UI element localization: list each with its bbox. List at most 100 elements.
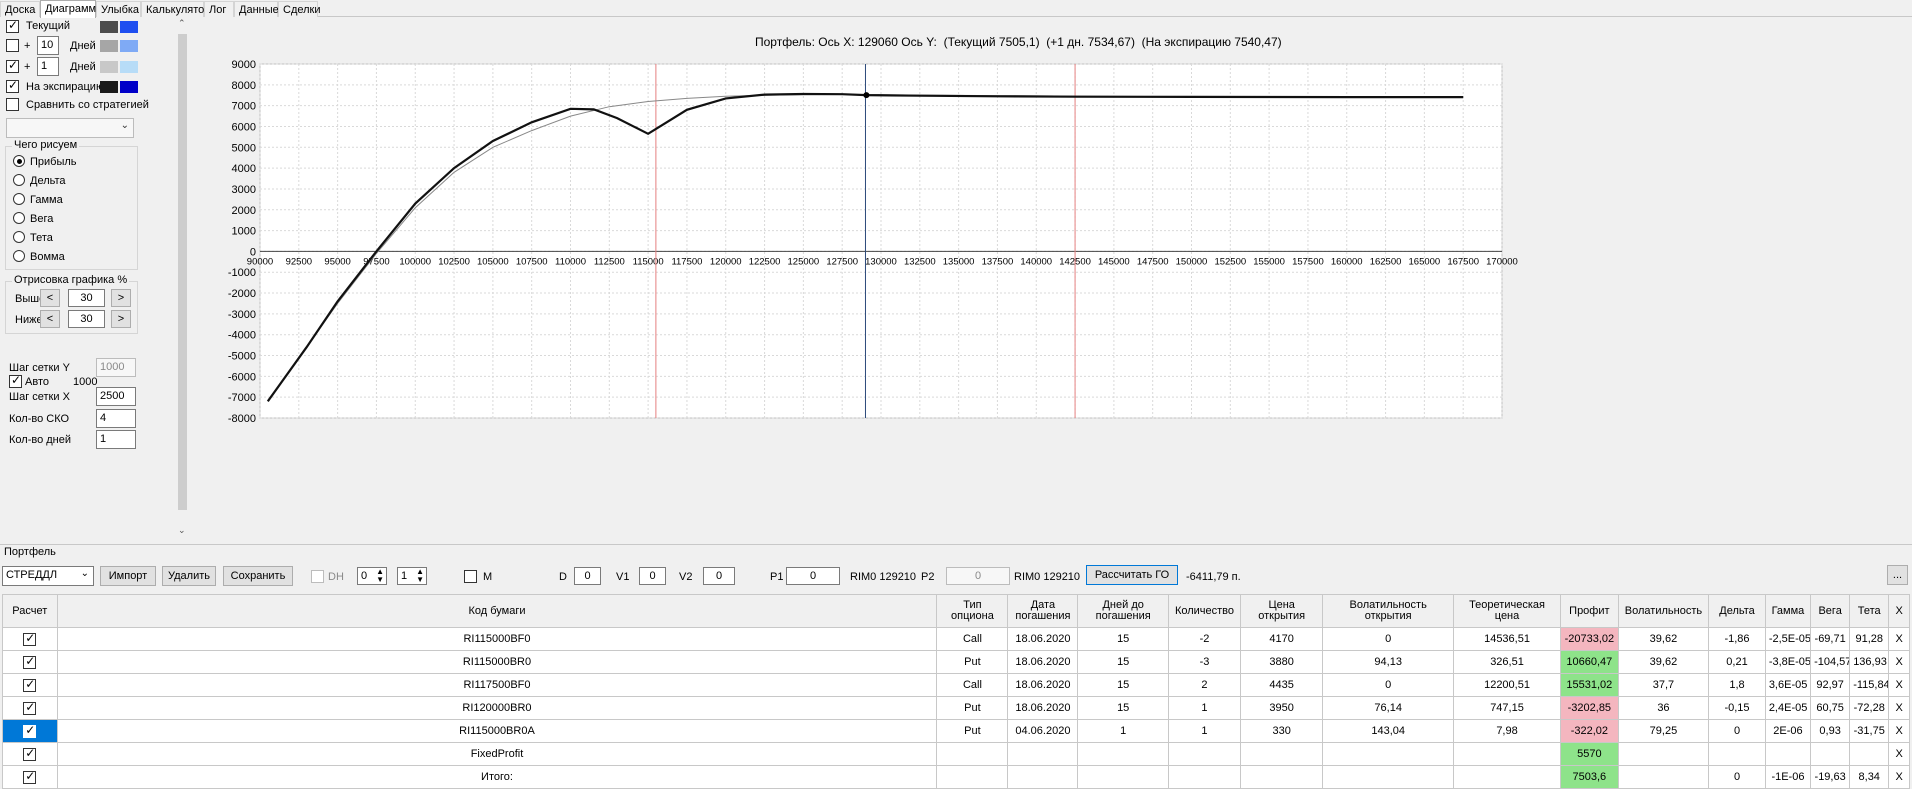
plus-days-color-swatch[interactable] [100, 40, 118, 52]
tab-calculator[interactable]: Калькулятор [141, 1, 210, 17]
column-header[interactable]: X [1888, 594, 1910, 628]
remove-row-button[interactable]: X [1888, 650, 1910, 674]
save-button[interactable]: Сохранить [223, 566, 293, 586]
expiration-color-swatch[interactable] [100, 81, 118, 93]
plus-day-checkbox[interactable] [6, 58, 19, 73]
column-header[interactable]: Теоретическая цена [1453, 594, 1562, 628]
grid-x-input[interactable]: 2500 [96, 387, 136, 406]
table-row[interactable]: RI117500BF0Call18.06.20201524435012200,5… [2, 673, 1910, 697]
plus-day-color-swatch-2[interactable] [120, 61, 138, 73]
column-header[interactable]: Тета [1849, 594, 1890, 628]
sko-input[interactable]: 4 [96, 409, 136, 428]
column-header[interactable]: Волатильность [1617, 594, 1710, 628]
v2-input[interactable]: 0 [703, 567, 735, 585]
calc-checkbox[interactable] [23, 723, 37, 738]
days-input-1[interactable]: 10 [37, 36, 59, 55]
p1-input[interactable]: 0 [786, 567, 840, 585]
calc-checkbox-cell[interactable] [2, 696, 58, 720]
tab-board[interactable]: Доска [0, 1, 40, 17]
spinner-icon[interactable]: ▲ ▼ [416, 568, 424, 584]
above-increase-button[interactable]: > [111, 289, 131, 307]
plus-days-checkbox[interactable] [6, 39, 19, 52]
column-header[interactable]: Цена открытия [1239, 594, 1324, 628]
settings-scrollbar-thumb[interactable] [178, 34, 187, 510]
column-header[interactable]: Профит [1560, 594, 1619, 628]
p2-input[interactable]: 0 [946, 567, 1010, 585]
remove-row-button[interactable]: X [1888, 719, 1910, 743]
table-row[interactable]: RI115000BF0Call18.06.202015-24170014536,… [2, 627, 1910, 651]
days-count-input[interactable]: 1 [96, 430, 136, 449]
v1-input[interactable]: 0 [639, 567, 666, 585]
auto-checkbox[interactable] [9, 373, 22, 388]
current-checkbox[interactable] [6, 18, 19, 33]
column-header[interactable]: Расчет [2, 594, 58, 628]
calc-checkbox[interactable] [23, 700, 37, 715]
calc-checkbox[interactable] [23, 654, 37, 669]
column-header[interactable]: Вега [1810, 594, 1851, 628]
column-header[interactable]: Дата погашения [1007, 594, 1079, 628]
grid-y-input[interactable]: 1000 [96, 358, 136, 377]
calc-checkbox[interactable] [23, 677, 37, 692]
table-row[interactable]: Итого: 7503,6 0-1E-06-19,638,34X [2, 765, 1910, 789]
delete-button[interactable]: Удалить [162, 566, 216, 586]
column-header[interactable]: Волатильность открытия [1322, 594, 1455, 628]
remove-row-button[interactable]: X [1888, 696, 1910, 720]
below-input[interactable]: 30 [68, 310, 105, 328]
dh-input-2[interactable]: 1 ▲ ▼ [397, 567, 427, 585]
dh-input-1[interactable]: 0 ▲ ▼ [357, 567, 387, 585]
more-button[interactable]: ... [1887, 565, 1908, 585]
remove-row-button[interactable]: X [1888, 627, 1910, 651]
above-decrease-button[interactable]: < [40, 289, 60, 307]
plus-day-color-swatch[interactable] [100, 61, 118, 73]
tab-diagram[interactable]: Диаграмма [40, 0, 102, 18]
expiration-color-swatch-2[interactable] [120, 81, 138, 93]
calc-checkbox-cell[interactable] [2, 627, 58, 651]
column-header[interactable]: Дельта [1708, 594, 1766, 628]
calc-checkbox-cell[interactable] [2, 650, 58, 674]
tab-smile[interactable]: Улыбка [96, 1, 141, 17]
radio-profit[interactable] [13, 155, 25, 167]
calc-checkbox[interactable] [23, 746, 37, 761]
dh-checkbox[interactable] [311, 570, 324, 583]
calc-checkbox-cell[interactable] [2, 719, 58, 743]
column-header[interactable]: Дней до погашения [1077, 594, 1169, 628]
table-row[interactable]: RI115000BR0APut04.06.202011330143,047,98… [2, 719, 1910, 743]
calc-checkbox[interactable] [23, 769, 37, 784]
table-row[interactable]: RI115000BR0Put18.06.202015-3388094,13326… [2, 650, 1910, 674]
radio-vomma[interactable] [13, 250, 25, 262]
column-header[interactable]: Гамма [1764, 594, 1812, 628]
radio-delta[interactable] [13, 174, 25, 186]
radio-vega[interactable] [13, 212, 25, 224]
strategy-compare-dropdown[interactable]: ⌄ [6, 118, 134, 138]
spinner-icon[interactable]: ▲ ▼ [376, 568, 384, 584]
strategy-dropdown[interactable]: СТРЕДДЛ ⌄ [2, 566, 94, 586]
calculate-go-button[interactable]: Рассчитать ГО [1086, 565, 1178, 585]
remove-row-button[interactable]: X [1888, 673, 1910, 697]
compare-checkbox[interactable] [6, 98, 19, 111]
profit-chart[interactable]: 90000 92500 95000 97500 100000 102500 105000 10… [190, 18, 1912, 538]
current-color-swatch-2[interactable] [120, 21, 138, 33]
expiration-checkbox[interactable] [6, 78, 19, 93]
plus-days-color-swatch-2[interactable] [120, 40, 138, 52]
column-header[interactable]: Код бумаги [56, 594, 938, 628]
import-button[interactable]: Импорт [100, 566, 156, 586]
tab-deals[interactable]: Сделки [278, 1, 321, 17]
table-row[interactable]: FixedProfit 5570 X [2, 742, 1910, 766]
calc-checkbox-cell[interactable] [2, 673, 58, 697]
remove-row-button[interactable]: X [1888, 765, 1910, 789]
current-color-swatch[interactable] [100, 21, 118, 33]
radio-gamma[interactable] [13, 193, 25, 205]
calc-checkbox-cell[interactable] [2, 765, 58, 789]
chevron-down-icon[interactable]: ⌄ [178, 525, 186, 536]
m-checkbox[interactable] [464, 570, 477, 583]
d-input[interactable]: 0 [574, 567, 601, 585]
days-input-2[interactable]: 1 [37, 57, 59, 76]
tab-log[interactable]: Лог [204, 1, 234, 17]
column-header[interactable]: Количество [1167, 594, 1242, 628]
table-row[interactable]: RI120000BR0Put18.06.2020151395076,14747,… [2, 696, 1910, 720]
tab-data[interactable]: Данные [234, 1, 279, 17]
chevron-up-icon[interactable]: ⌃ [178, 18, 186, 29]
calc-checkbox[interactable] [23, 631, 37, 646]
below-increase-button[interactable]: > [111, 310, 131, 328]
calc-checkbox-cell[interactable] [2, 742, 58, 766]
